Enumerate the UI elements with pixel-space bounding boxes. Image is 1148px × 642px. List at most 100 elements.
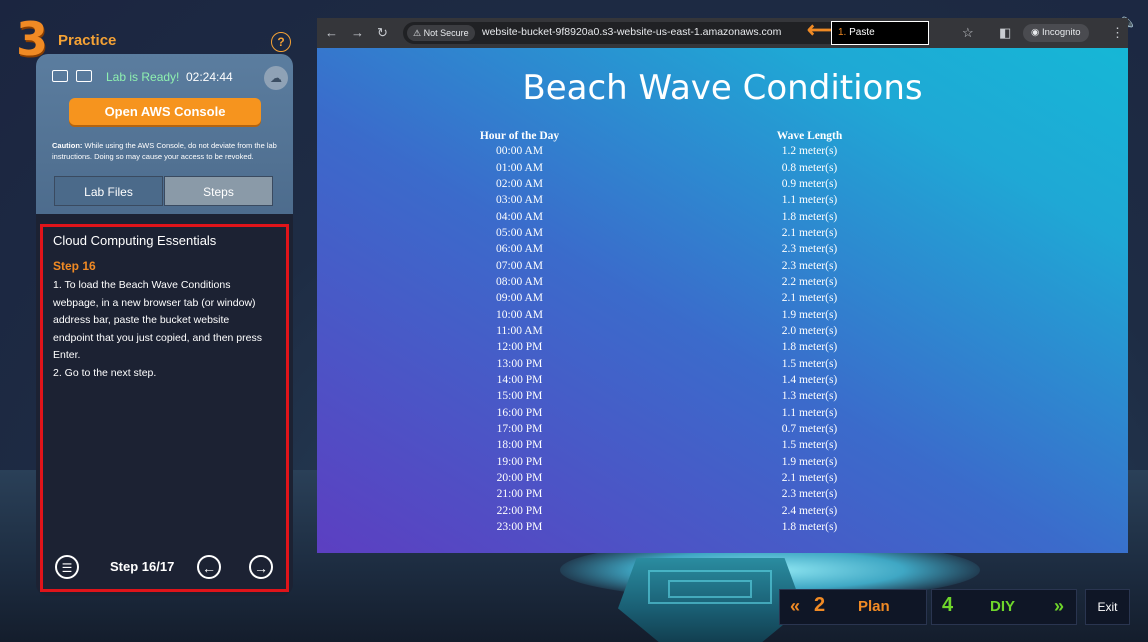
wave-length-cell: 1.3 meter(s) — [781, 390, 838, 403]
table-row: 20:00 PM 2.1 meter(s) — [437, 470, 1017, 486]
table-row: 10:00 AM 1.9 meter(s) — [437, 306, 1017, 322]
wave-length-cell: 1.2 meter(s) — [781, 145, 838, 158]
caution-label: Caution: — [52, 141, 83, 150]
wave-length-cell: 2.3 meter(s) — [781, 488, 838, 501]
table-row: 16:00 PM 1.1 meter(s) — [437, 405, 1017, 421]
diy-label: DIY — [990, 598, 1016, 615]
annotation-text: Paste — [849, 27, 875, 38]
table-row: 05:00 AM 2.1 meter(s) — [437, 225, 1017, 241]
hour-cell: 23:00 PM — [496, 521, 543, 534]
step-title: Step 16 — [53, 259, 96, 273]
table-row: 19:00 PM 1.9 meter(s) — [437, 454, 1017, 470]
wave-length-cell: 2.1 meter(s) — [781, 226, 838, 239]
phase-navigation: « 2 Plan 4 DIY » Exit — [779, 589, 1130, 625]
panel-tabs: Lab Files Steps — [54, 176, 274, 206]
hour-cell: 09:00 AM — [496, 292, 543, 305]
cloud-upload-icon[interactable]: ☁ — [264, 66, 288, 90]
wave-length-cell: 2.3 meter(s) — [781, 259, 838, 272]
step-counter: Step 16/17 — [110, 559, 175, 574]
hour-cell: 14:00 PM — [496, 373, 543, 386]
column-header-wave: Wave Length — [776, 129, 843, 142]
hour-cell: 19:00 PM — [496, 455, 543, 468]
next-step-button[interactable]: → — [249, 555, 273, 579]
hour-cell: 05:00 AM — [496, 226, 543, 239]
table-row: 08:00 AM 2.2 meter(s) — [437, 274, 1017, 290]
table-row: 06:00 AM 2.3 meter(s) — [437, 241, 1017, 257]
step-instructions: Cloud Computing Essentials Step 16 1. To… — [40, 224, 289, 592]
hour-cell: 07:00 AM — [496, 259, 543, 272]
phase-label: Practice — [58, 32, 117, 49]
table-row: 18:00 PM 1.5 meter(s) — [437, 437, 1017, 453]
security-indicator[interactable]: ⚠ Not Secure — [407, 25, 475, 41]
tab-steps[interactable]: Steps — [164, 176, 273, 206]
hour-cell: 01:00 AM — [496, 161, 543, 174]
browser-window: ← → ↻ ⚠ Not Secure website-bucket-9f8920… — [317, 18, 1128, 553]
lab-status: Lab is Ready! — [106, 70, 180, 84]
paste-annotation: 1. Paste — [831, 21, 929, 45]
hour-cell: 08:00 AM — [496, 275, 543, 288]
hour-cell: 13:00 PM — [496, 357, 543, 370]
wave-length-cell: 0.9 meter(s) — [781, 177, 838, 190]
lab-panel: Lab is Ready! 02:24:44 ☁ Open AWS Consol… — [36, 54, 293, 596]
table-row: 17:00 PM 0.7 meter(s) — [437, 421, 1017, 437]
wave-length-cell: 2.4 meter(s) — [781, 504, 838, 517]
double-chevron-right-icon: » — [1054, 596, 1065, 616]
double-chevron-left-icon: « — [790, 596, 801, 616]
forward-icon[interactable]: → — [351, 25, 364, 40]
wave-length-cell: 1.8 meter(s) — [781, 341, 838, 354]
table-row: 02:00 AM 0.9 meter(s) — [437, 176, 1017, 192]
wave-length-cell: 2.2 meter(s) — [781, 275, 838, 288]
hour-cell: 12:00 PM — [496, 341, 543, 354]
previous-step-button[interactable]: ← — [197, 555, 221, 579]
hour-cell: 06:00 AM — [496, 243, 543, 256]
back-icon[interactable]: ← — [325, 25, 338, 40]
caution-note: Caution: While using the AWS Console, do… — [52, 140, 280, 162]
wave-length-cell: 1.9 meter(s) — [781, 455, 838, 468]
table-row: 07:00 AM 2.3 meter(s) — [437, 257, 1017, 273]
step-line-2: 2. Go to the next step. — [53, 366, 157, 379]
wave-length-cell: 1.5 meter(s) — [781, 357, 838, 370]
wave-length-cell: 2.3 meter(s) — [781, 243, 838, 256]
not-secure-label: Not Secure — [423, 28, 469, 38]
hour-cell: 02:00 AM — [496, 177, 543, 190]
annotation-number: 1. — [838, 27, 847, 38]
caution-text: While using the AWS Console, do not devi… — [52, 141, 277, 161]
wave-length-cell: 1.9 meter(s) — [781, 308, 838, 321]
tab-lab-files[interactable]: Lab Files — [54, 176, 163, 206]
side-panel-icon[interactable]: ◧ — [999, 25, 1011, 41]
wave-length-cell: 2.0 meter(s) — [781, 324, 838, 337]
wave-length-cell: 1.8 meter(s) — [781, 521, 838, 534]
incognito-label: Incognito — [1041, 27, 1081, 38]
plan-button[interactable]: « 2 Plan — [779, 589, 927, 625]
step-navigation: ☰ Step 16/17 ← → — [55, 555, 279, 583]
table-row: 09:00 AM 2.1 meter(s) — [437, 290, 1017, 306]
menu-icon[interactable]: ⋮ — [1111, 25, 1124, 41]
wave-length-cell: 1.4 meter(s) — [781, 373, 838, 386]
lab-controls: Lab is Ready! 02:24:44 ☁ Open AWS Consol… — [36, 54, 293, 214]
reload-icon[interactable]: ↻ — [377, 25, 388, 41]
lab-status-row: Lab is Ready! 02:24:44 ☁ — [52, 66, 288, 90]
exit-button[interactable]: Exit — [1085, 589, 1130, 625]
course-title: Cloud Computing Essentials — [53, 233, 217, 248]
webpage-content: Beach Wave Conditions Hour of the Day Wa… — [317, 48, 1128, 553]
page-title: Beach Wave Conditions — [522, 68, 923, 108]
warning-icon: ⚠ — [413, 28, 422, 38]
table-row: 00:00 AM 1.2 meter(s) — [437, 143, 1017, 159]
browser-toolbar: ← → ↻ ⚠ Not Secure website-bucket-9f8920… — [317, 18, 1128, 48]
help-icon[interactable]: ? — [271, 32, 291, 52]
wave-length-cell: 2.1 meter(s) — [781, 472, 838, 485]
plan-label: Plan — [858, 598, 890, 615]
lab-timer: 02:24:44 — [186, 70, 233, 84]
diy-button[interactable]: 4 DIY » — [931, 589, 1077, 625]
table-row: 04:00 AM 1.8 meter(s) — [437, 208, 1017, 224]
table-row: 14:00 PM 1.4 meter(s) — [437, 372, 1017, 388]
table-header-row: Hour of the Day Wave Length — [437, 128, 1017, 143]
url-text[interactable]: website-bucket-9f8920a0.s3-website-us-ea… — [482, 26, 781, 38]
open-aws-console-button[interactable]: Open AWS Console — [69, 98, 261, 125]
incognito-badge[interactable]: ◉ Incognito — [1023, 24, 1089, 42]
lab-connection-icon — [52, 70, 92, 84]
step-list-icon[interactable]: ☰ — [55, 555, 79, 579]
bookmark-star-icon[interactable]: ☆ — [962, 25, 974, 41]
hour-cell: 11:00 AM — [496, 324, 543, 337]
plan-number: 2 — [814, 594, 826, 616]
